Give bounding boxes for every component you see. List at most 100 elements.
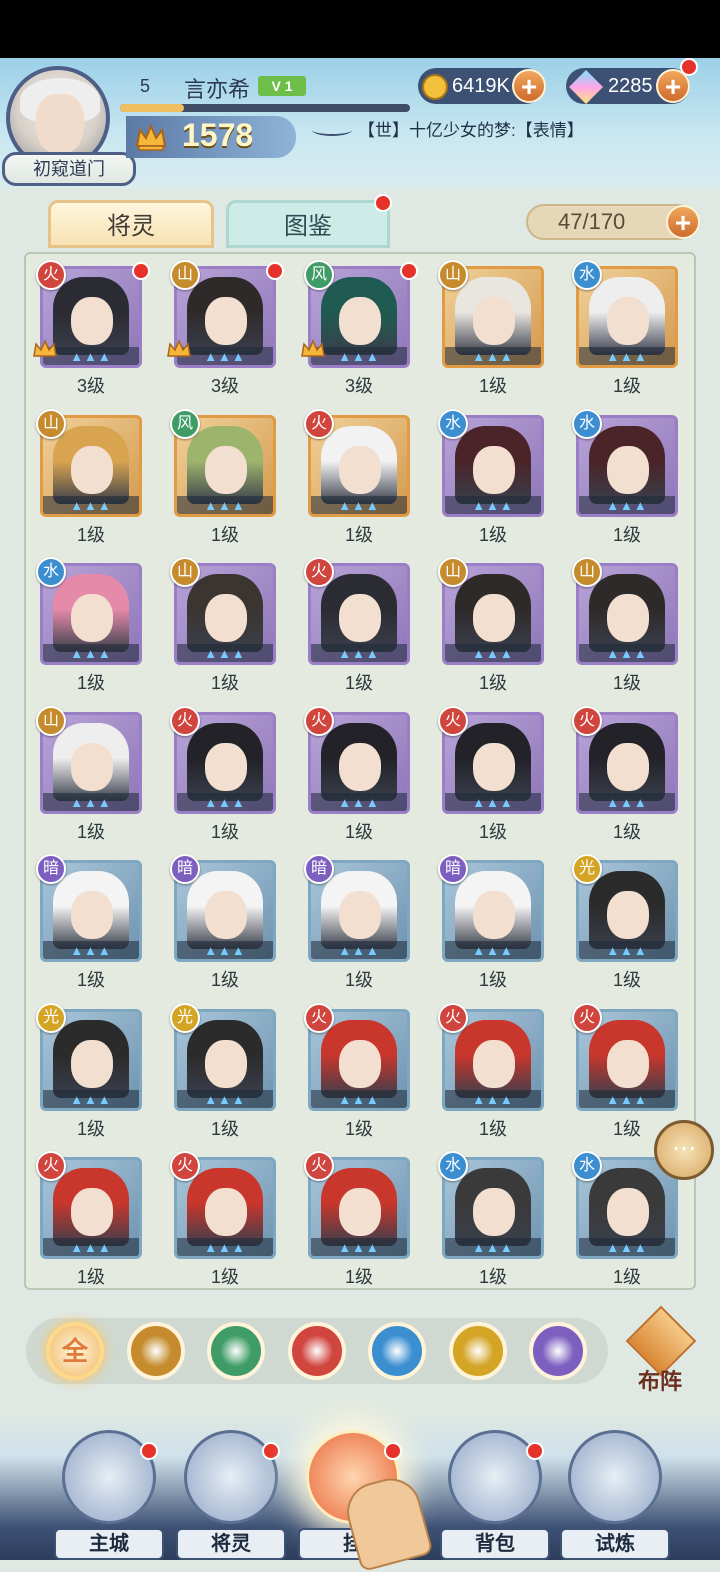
filter-dark-button[interactable]: [529, 1322, 587, 1380]
hero-star-icons: ▲▲▲: [204, 1091, 246, 1107]
hero-face: [71, 594, 113, 642]
filter-fire-button[interactable]: [287, 1322, 346, 1380]
hero-face: [339, 1188, 381, 1236]
fire-element-icon: 火: [304, 408, 334, 439]
hero-star-icons: ▲▲▲: [70, 1240, 112, 1255]
hero-star-icons: ▲▲▲: [472, 943, 514, 958]
status-bar: [0, 0, 720, 58]
earth-element-icon: 山: [36, 705, 66, 736]
formation-button[interactable]: 布阵: [622, 1305, 698, 1396]
fire-element-icon: 火: [170, 705, 200, 736]
hero-level-label: 1级: [210, 673, 239, 693]
nav-item[interactable]: 将灵: [176, 1430, 286, 1560]
wind-element-icon: 风: [304, 260, 334, 290]
hero-face: [607, 594, 649, 642]
hero-face: [71, 891, 113, 939]
chat-button[interactable]: ⋯: [654, 1120, 714, 1180]
filter-wind-button[interactable]: [207, 1322, 265, 1380]
filter-light-button[interactable]: [448, 1322, 507, 1380]
hero-level-label: 1级: [478, 524, 507, 545]
codex-notification-dot: [374, 194, 392, 212]
hero-face: [205, 297, 247, 345]
filter-water-button[interactable]: [368, 1322, 426, 1380]
hero-level-label: 1级: [478, 673, 507, 693]
wind-element-icon: 风: [170, 408, 200, 439]
deployed-crown-icon: [301, 339, 325, 357]
hero-star-icons: ▲▲▲: [606, 1091, 648, 1107]
hero-face: [473, 1039, 515, 1088]
nav-label: 背包: [440, 1528, 550, 1560]
filter-all-button[interactable]: 全: [46, 1322, 104, 1380]
hero-star-icons: ▲▲▲: [606, 349, 648, 364]
hero-star-icons: ▲▲▲: [338, 794, 380, 810]
hero-face: [71, 742, 113, 791]
filter-earth-button[interactable]: [126, 1322, 185, 1380]
tab-codex[interactable]: 图鉴: [226, 200, 390, 248]
hero-star-icons: ▲▲▲: [606, 943, 648, 958]
hero-face: [607, 1039, 649, 1088]
hero-face: [71, 1039, 113, 1088]
formation-label: 布阵: [637, 1369, 682, 1394]
hero-star-icons: ▲▲▲: [70, 646, 112, 661]
light-element-icon: 光: [170, 1002, 200, 1033]
fire-element-icon: 火: [304, 557, 334, 587]
hero-face: [205, 1188, 247, 1236]
gold-coin-icon: [422, 73, 448, 100]
player-name: 言亦希: [184, 77, 251, 102]
water-element-icon: 水: [572, 1151, 602, 1181]
hero-level-label: 1级: [478, 821, 507, 842]
earth-element-icon: 山: [438, 260, 468, 290]
hero-star-icons: ▲▲▲: [606, 1240, 648, 1255]
hero-star-icons: ▲▲▲: [472, 1240, 514, 1255]
hero-notification-dot: [266, 262, 284, 280]
fire-element-icon: 火: [572, 1002, 602, 1033]
hero-face: [473, 297, 515, 345]
hero-notification-dot: [132, 262, 150, 280]
hero-star-icons: ▲▲▲: [70, 943, 112, 958]
hero-star-icons: ▲▲▲: [204, 1240, 246, 1255]
earth-element-icon: 山: [438, 557, 468, 587]
tab-heroes[interactable]: 将灵: [48, 200, 214, 248]
nav-item[interactable]: 试炼: [560, 1430, 670, 1560]
hero-level-label: 1级: [612, 1267, 641, 1287]
hero-face: [607, 297, 649, 345]
fire-element-icon: 火: [304, 1151, 334, 1181]
hero-face: [205, 594, 247, 642]
nav-notification-dot: [526, 1442, 544, 1460]
hero-level-label: 3级: [76, 376, 105, 396]
earth-element-icon: 山: [572, 557, 602, 587]
avatar-face: [36, 94, 84, 154]
hero-face: [607, 445, 649, 494]
hero-level-label: 1级: [210, 821, 239, 842]
light-element-icon: 光: [572, 854, 602, 884]
hero-level-label: 1级: [612, 524, 641, 545]
hero-level-label: 1级: [76, 1267, 105, 1287]
fire-element-icon: 火: [572, 705, 602, 736]
hero-face: [339, 1039, 381, 1088]
vip-badge[interactable]: V 1: [258, 76, 306, 96]
fire-element-icon: 火: [438, 1002, 468, 1033]
expand-hero-slots-button[interactable]: +: [666, 205, 700, 239]
nav-label: 将灵: [176, 1528, 286, 1560]
hero-level-label: 1级: [612, 673, 641, 693]
hero-face: [339, 297, 381, 345]
nav-item[interactable]: 背包: [440, 1430, 550, 1560]
deployed-crown-icon: [167, 339, 191, 357]
nav-notification-dot: [384, 1442, 402, 1460]
world-broadcast[interactable]: 【世】十亿少女的梦:【表情】: [312, 116, 712, 146]
hero-star-icons: ▲▲▲: [338, 943, 380, 958]
hero-level-label: 1级: [478, 1118, 507, 1139]
hero-level-label: 1级: [344, 1118, 373, 1139]
nav-item[interactable]: 主城: [54, 1430, 164, 1560]
hero-level-label: 1级: [76, 821, 105, 842]
nav-icon: [568, 1430, 662, 1524]
hero-face: [339, 594, 381, 642]
dark-element-icon: 暗: [170, 854, 200, 884]
hero-star-icons: ▲▲▲: [338, 497, 380, 513]
hero-level-label: 1级: [76, 524, 105, 545]
hero-face: [473, 891, 515, 939]
earth-element-icon: 山: [170, 557, 200, 587]
fire-element-icon: 火: [170, 1151, 200, 1181]
hero-level-label: 1级: [478, 1267, 507, 1287]
add-gold-button[interactable]: +: [512, 69, 546, 103]
